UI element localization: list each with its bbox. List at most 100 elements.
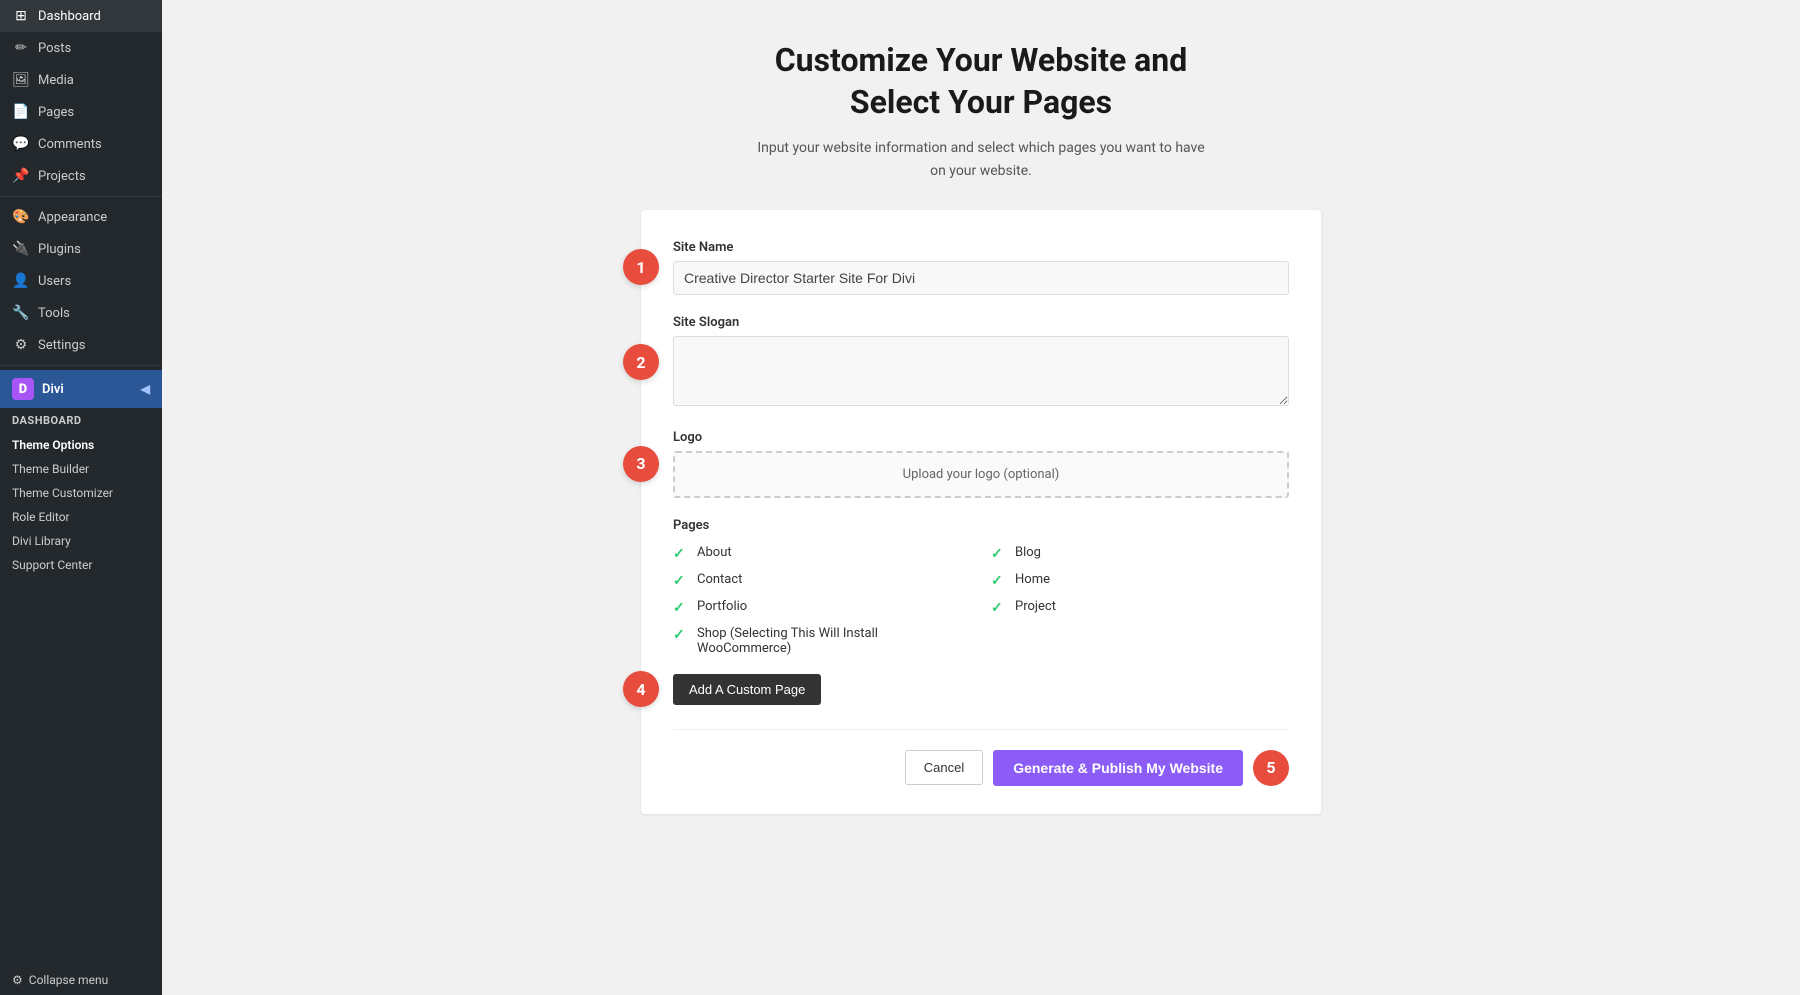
theme-options-label: Theme Options: [12, 438, 94, 452]
main-content: Customize Your Website andSelect Your Pa…: [162, 0, 1800, 995]
sidebar-item-posts[interactable]: ✏ Posts: [0, 32, 162, 64]
page-project-label: Project: [1015, 599, 1056, 614]
sidebar-item-projects[interactable]: 📌 Projects: [0, 160, 162, 192]
step3-badge: 3: [623, 446, 659, 482]
sidebar-item-theme-builder[interactable]: Theme Builder: [0, 457, 162, 481]
cancel-button[interactable]: Cancel: [905, 750, 983, 785]
sidebar-item-media[interactable]: 🖼 Media: [0, 64, 162, 96]
sidebar-item-theme-options[interactable]: Theme Options: [0, 433, 162, 457]
center-panel: Customize Your Website andSelect Your Pa…: [631, 40, 1331, 814]
page-home[interactable]: ✓ Home: [991, 572, 1289, 589]
divi-sub-header: Dashboard: [0, 408, 162, 433]
divi-library-label: Divi Library: [12, 534, 71, 548]
plugins-icon: 🔌: [12, 241, 30, 257]
site-name-input[interactable]: [673, 261, 1289, 295]
collapse-icon: ⚙: [12, 973, 23, 987]
pages-icon: 📄: [12, 104, 30, 120]
logo-label: Logo: [673, 430, 1289, 445]
sidebar-item-projects-label: Projects: [38, 169, 86, 184]
page-about[interactable]: ✓ About: [673, 545, 971, 562]
site-slogan-label: Site Slogan: [673, 315, 1289, 330]
projects-icon: 📌: [12, 168, 30, 184]
divi-label: Divi: [42, 382, 64, 397]
sidebar-item-appearance-label: Appearance: [38, 210, 107, 225]
role-editor-label: Role Editor: [12, 510, 70, 524]
sidebar-item-theme-customizer[interactable]: Theme Customizer: [0, 481, 162, 505]
sidebar-divider-1: [0, 196, 162, 197]
pages-label: Pages: [673, 518, 1289, 533]
check-home-icon: ✓: [991, 573, 1007, 589]
step4-badge: 4: [623, 671, 659, 707]
sidebar-item-settings-label: Settings: [38, 338, 85, 353]
comments-icon: 💬: [12, 136, 30, 152]
publish-button[interactable]: Generate & Publish My Website: [993, 750, 1243, 786]
sidebar-divider-2: [0, 365, 162, 366]
check-portfolio-icon: ✓: [673, 600, 689, 616]
posts-icon: ✏: [12, 40, 30, 56]
sidebar-item-support-center[interactable]: Support Center: [0, 553, 162, 577]
sidebar-item-users-label: Users: [38, 274, 71, 289]
page-project[interactable]: ✓ Project: [991, 599, 1289, 616]
sidebar-item-comments-label: Comments: [38, 137, 102, 152]
sidebar-item-users[interactable]: 👤 Users: [0, 265, 162, 297]
users-icon: 👤: [12, 273, 30, 289]
media-icon: 🖼: [12, 72, 30, 88]
sidebar-item-settings[interactable]: ⚙ Settings: [0, 329, 162, 361]
divi-sub-section: Dashboard Theme Options Theme Builder Th…: [0, 408, 162, 577]
check-about-icon: ✓: [673, 546, 689, 562]
sidebar-item-role-editor[interactable]: Role Editor: [0, 505, 162, 529]
sidebar-item-comments[interactable]: 💬 Comments: [0, 128, 162, 160]
page-title: Customize Your Website andSelect Your Pa…: [775, 40, 1188, 123]
add-custom-page-button[interactable]: Add A Custom Page: [673, 674, 821, 705]
logo-upload-area[interactable]: Upload your logo (optional): [673, 451, 1289, 498]
sidebar-item-media-label: Media: [38, 73, 74, 88]
sidebar-item-tools[interactable]: 🔧 Tools: [0, 297, 162, 329]
page-about-label: About: [697, 545, 732, 560]
page-blog-label: Blog: [1015, 545, 1041, 560]
site-slogan-input[interactable]: [673, 336, 1289, 406]
collapse-menu-button[interactable]: ⚙ Collapse menu: [0, 965, 162, 995]
sidebar-item-tools-label: Tools: [38, 306, 70, 321]
logo-upload-text: Upload your logo (optional): [903, 467, 1060, 482]
sidebar-item-plugins[interactable]: 🔌 Plugins: [0, 233, 162, 265]
sidebar-item-posts-label: Posts: [38, 41, 71, 56]
sidebar-item-divi-library[interactable]: Divi Library: [0, 529, 162, 553]
publish-wrapper: Generate & Publish My Website 5: [993, 750, 1289, 786]
page-portfolio-label: Portfolio: [697, 599, 747, 614]
tools-icon: 🔧: [12, 305, 30, 321]
page-portfolio[interactable]: ✓ Portfolio: [673, 599, 971, 616]
sidebar-item-pages[interactable]: 📄 Pages: [0, 96, 162, 128]
dashboard-icon: ⊞: [12, 8, 30, 24]
logo-group: 3 Logo Upload your logo (optional): [673, 430, 1289, 498]
page-subtitle: Input your website information and selec…: [757, 137, 1204, 182]
theme-customizer-label: Theme Customizer: [12, 486, 113, 500]
page-home-label: Home: [1015, 572, 1050, 587]
add-custom-wrapper: 4 Add A Custom Page: [673, 674, 821, 705]
page-blog[interactable]: ✓ Blog: [991, 545, 1289, 562]
form-card: 1 Site Name 2 Site Slogan 3 Logo Upload …: [641, 210, 1321, 814]
check-project-icon: ✓: [991, 600, 1007, 616]
site-name-group: 1 Site Name: [673, 240, 1289, 295]
site-name-label: Site Name: [673, 240, 1289, 255]
step2-badge: 2: [623, 344, 659, 380]
step5-badge: 5: [1253, 750, 1289, 786]
support-center-label: Support Center: [12, 558, 92, 572]
page-shop[interactable]: ✓ Shop (Selecting This Will Install WooC…: [673, 626, 971, 656]
check-shop-icon: ✓: [673, 627, 689, 643]
settings-icon: ⚙: [12, 337, 30, 353]
check-blog-icon: ✓: [991, 546, 1007, 562]
divi-header[interactable]: D Divi ◀: [0, 370, 162, 408]
page-contact[interactable]: ✓ Contact: [673, 572, 971, 589]
sidebar-item-plugins-label: Plugins: [38, 242, 81, 257]
form-footer: Cancel Generate & Publish My Website 5: [673, 729, 1289, 786]
site-slogan-group: 2 Site Slogan: [673, 315, 1289, 410]
divi-logo: D: [12, 378, 34, 400]
step1-badge: 1: [623, 249, 659, 285]
sidebar: ⊞ Dashboard ✏ Posts 🖼 Media 📄 Pages 💬 Co…: [0, 0, 162, 995]
sidebar-item-dashboard[interactable]: ⊞ Dashboard: [0, 0, 162, 32]
form-outer: 1 Site Name 2 Site Slogan 3 Logo Upload …: [641, 210, 1321, 814]
theme-builder-label: Theme Builder: [12, 462, 89, 476]
check-contact-icon: ✓: [673, 573, 689, 589]
divi-arrow-icon: ◀: [141, 382, 150, 396]
sidebar-item-appearance[interactable]: 🎨 Appearance: [0, 201, 162, 233]
